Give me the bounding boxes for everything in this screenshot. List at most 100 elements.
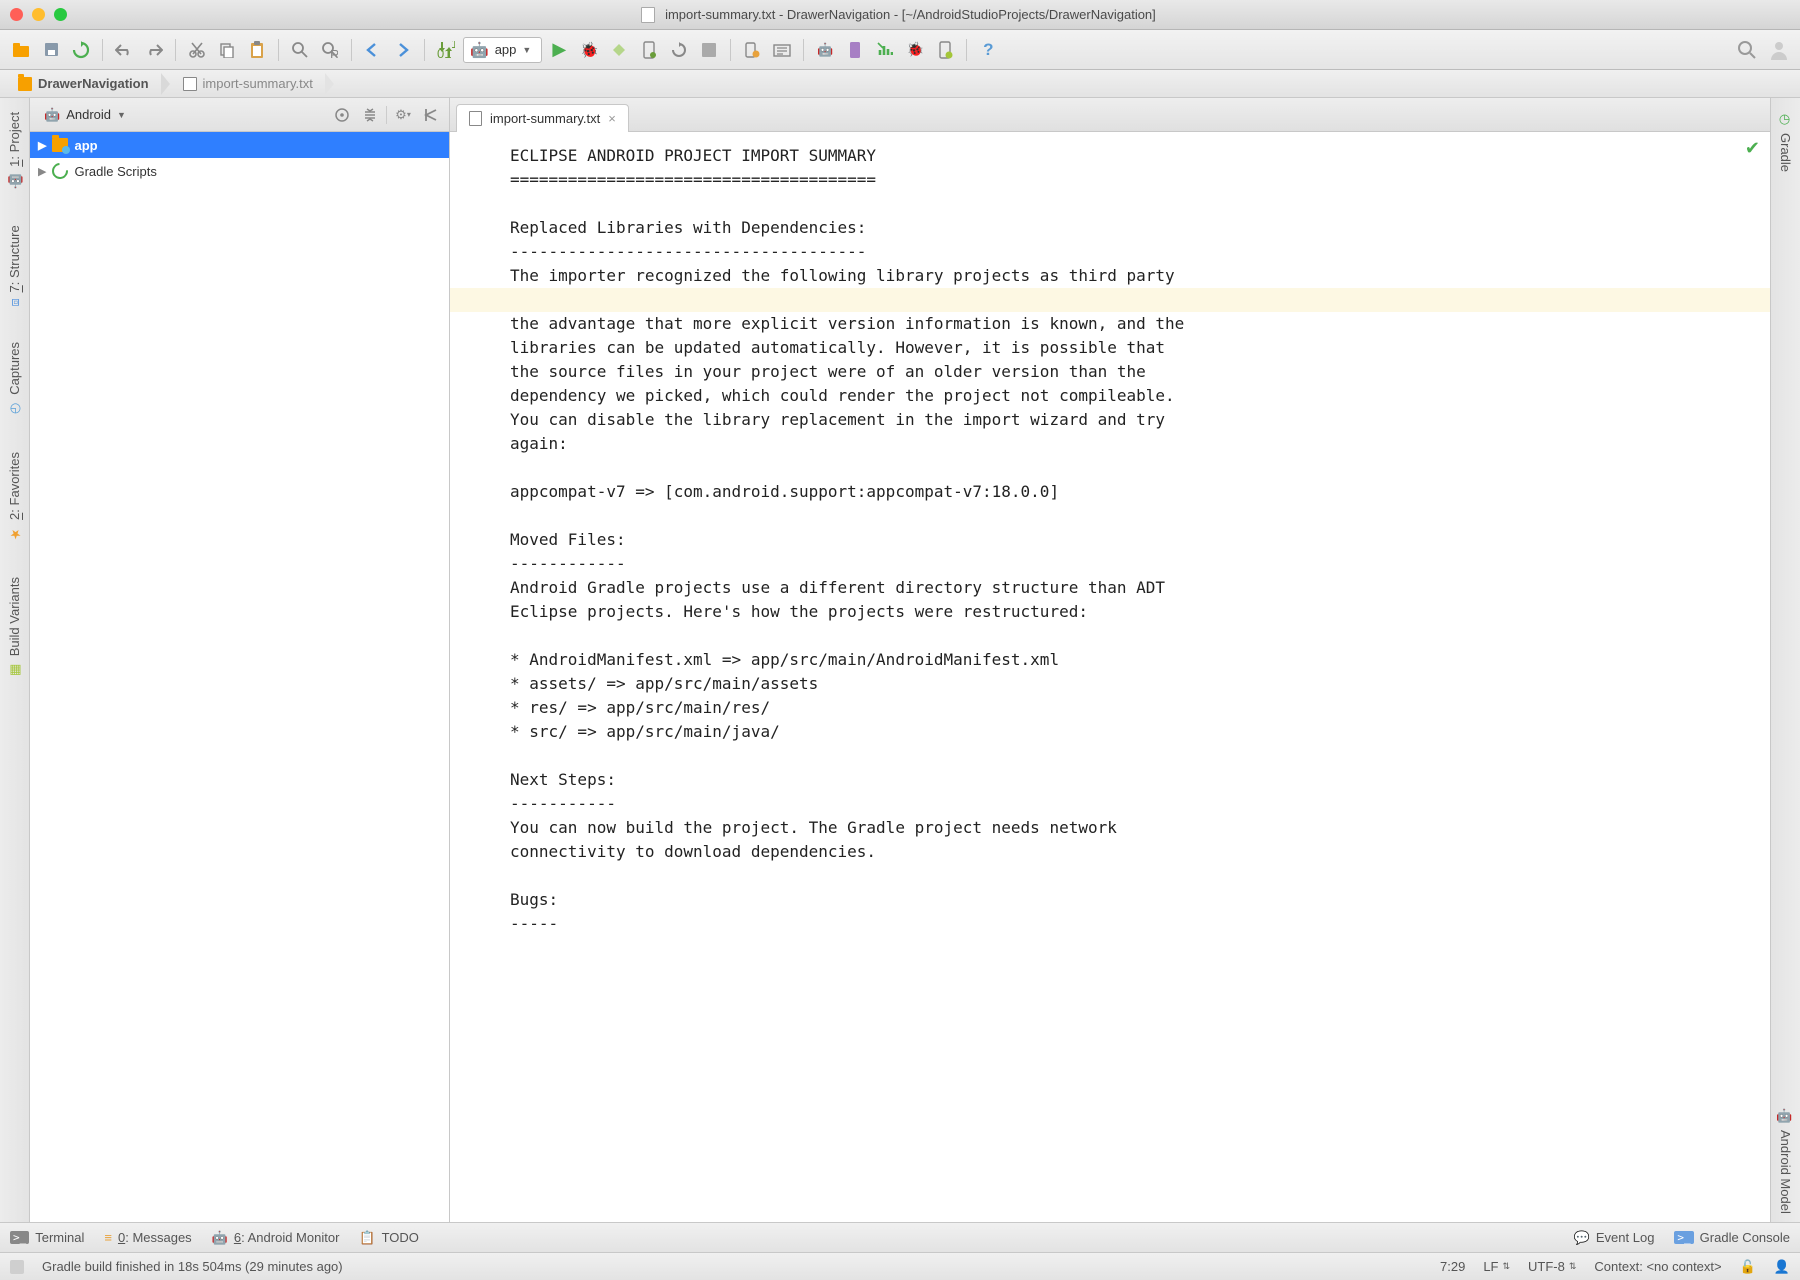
editor-area: import-summary.txt × ✔ ECLIPSE ANDROID P… [450,98,1770,1222]
tree-item-gradle-scripts[interactable]: ▶ Gradle Scripts [30,158,449,184]
run-config-selector[interactable]: 🤖 app ▼ [463,37,542,63]
lock-icon[interactable]: 🔓 [1740,1259,1756,1275]
disclosure-icon[interactable]: ▶ [38,165,46,178]
avd-manager-button[interactable] [739,37,765,63]
structure-tool-tab[interactable]: ⧈ 7: Structure [3,217,26,315]
close-window-button[interactable] [10,8,23,21]
project-tool-tab[interactable]: 🤖 1: Project [3,104,26,197]
run-button[interactable]: ▶ [546,37,572,63]
tab-label: Structure [7,225,22,278]
editor-viewport[interactable]: ✔ ECLIPSE ANDROID PROJECT IMPORT SUMMARY… [450,132,1770,1222]
hide-button[interactable] [419,103,443,127]
tab-number: 7 [7,285,22,292]
gpu-monitor-button[interactable]: 🐞 [902,37,928,63]
scroll-to-source-button[interactable] [330,103,354,127]
breadcrumb-label: DrawerNavigation [38,76,149,91]
undo-button[interactable] [111,37,137,63]
search-everywhere-button[interactable] [1734,37,1760,63]
window-title: import-summary.txt - DrawerNavigation - … [67,6,1790,23]
status-icon[interactable] [10,1260,24,1274]
rerun-button[interactable] [666,37,692,63]
tab-label: Terminal [35,1230,84,1245]
structure-icon: ⧈ [7,298,22,306]
gradle-console-tab[interactable]: >_ Gradle Console [1674,1230,1790,1245]
copy-button[interactable] [214,37,240,63]
tab-label: Captures [7,342,22,395]
tab-number: 1 [7,160,22,167]
android-icon: 🤖 [44,107,60,123]
ddms-button[interactable]: 🤖 [812,37,838,63]
gradle-console-icon: >_ [1674,1231,1693,1244]
open-file-button[interactable] [8,37,34,63]
tab-label: Android Model [1778,1130,1793,1214]
hector-icon[interactable]: 👤 [1774,1259,1790,1275]
gradle-tool-tab[interactable]: ◷ Gradle [1774,104,1797,180]
breadcrumb-file[interactable]: import-summary.txt [171,70,325,97]
redo-button[interactable] [141,37,167,63]
sdk-manager-button[interactable] [769,37,795,63]
sync-button[interactable] [68,37,94,63]
collapse-all-button[interactable] [358,103,382,127]
android-monitor-tab[interactable]: 🤖 6: Android Monitor [212,1230,340,1246]
cut-button[interactable] [184,37,210,63]
tab-number: 2 [7,513,22,520]
editor-tab[interactable]: import-summary.txt × [456,104,629,132]
file-icon [183,77,197,91]
network-monitor-button[interactable] [932,37,958,63]
captures-tool-tab[interactable]: ◷ Captures [3,334,26,424]
messages-tab[interactable]: ≡ 0: Messages [104,1230,191,1245]
tab-label: Favorites [7,452,22,505]
minimize-window-button[interactable] [32,8,45,21]
tree-item-app[interactable]: ▶ app [30,132,449,158]
editor-content[interactable]: ECLIPSE ANDROID PROJECT IMPORT SUMMARY =… [450,132,1770,956]
android-model-tool-tab[interactable]: 🤖 Android Model [1774,1100,1797,1222]
event-log-tab[interactable]: 💬 Event Log [1574,1230,1655,1246]
run-config-label: app [495,42,517,57]
memory-monitor-button[interactable] [842,37,868,63]
replace-button[interactable]: R [317,37,343,63]
editor-tabstrip: import-summary.txt × [450,98,1770,132]
gradle-icon [49,160,72,183]
zoom-window-button[interactable] [54,8,67,21]
window-title-text: import-summary.txt - DrawerNavigation - … [665,7,1156,22]
settings-button[interactable]: ⚙▾ [391,103,415,127]
messages-icon: ≡ [104,1230,112,1245]
back-button[interactable] [360,37,386,63]
right-tool-gutter: ◷ Gradle 🤖 Android Model [1770,98,1800,1222]
favorites-tool-tab[interactable]: ★ 2: Favorites [3,444,26,549]
cursor-position[interactable]: 7:29 [1440,1259,1465,1274]
debug-button[interactable]: 🐞 [576,37,602,63]
todo-tab[interactable]: 📋 TODO [359,1230,419,1246]
close-tab-button[interactable]: × [608,111,616,126]
svg-text:01: 01 [437,46,451,59]
make-project-button[interactable]: 1001 [433,37,459,63]
build-variants-tool-tab[interactable]: ▦ Build Variants [3,569,26,685]
attach-debugger-button[interactable] [636,37,662,63]
stop-button[interactable] [696,37,722,63]
disclosure-icon[interactable]: ▶ [38,139,46,152]
line-separator-selector[interactable]: LF⇅ [1483,1259,1510,1274]
forward-button[interactable] [390,37,416,63]
user-icon[interactable] [1766,37,1792,63]
encoding-selector[interactable]: UTF-8⇅ [1528,1259,1576,1274]
breadcrumb-root[interactable]: DrawerNavigation [6,70,161,97]
project-view-selector[interactable]: 🤖 Android ▼ [36,105,134,125]
context-selector[interactable]: Context: <no context> [1594,1259,1721,1274]
terminal-tab[interactable]: >_ Terminal [10,1230,84,1245]
tab-label: Android Monitor [248,1230,340,1245]
inspection-ok-icon: ✔ [1745,138,1760,159]
project-view-label: Android [66,107,111,122]
tab-label: Messages [132,1230,191,1245]
save-all-button[interactable] [38,37,64,63]
gear-icon: ⚙ [395,107,407,123]
find-button[interactable] [287,37,313,63]
event-log-icon: 💬 [1574,1230,1590,1246]
todo-icon: 📋 [359,1230,375,1246]
tab-label: Event Log [1596,1230,1655,1245]
cpu-monitor-button[interactable] [872,37,898,63]
terminal-icon: >_ [10,1231,29,1244]
run-coverage-button[interactable] [606,37,632,63]
project-tree[interactable]: ▶ app ▶ Gradle Scripts [30,132,449,1222]
paste-button[interactable] [244,37,270,63]
help-button[interactable]: ? [975,37,1001,63]
